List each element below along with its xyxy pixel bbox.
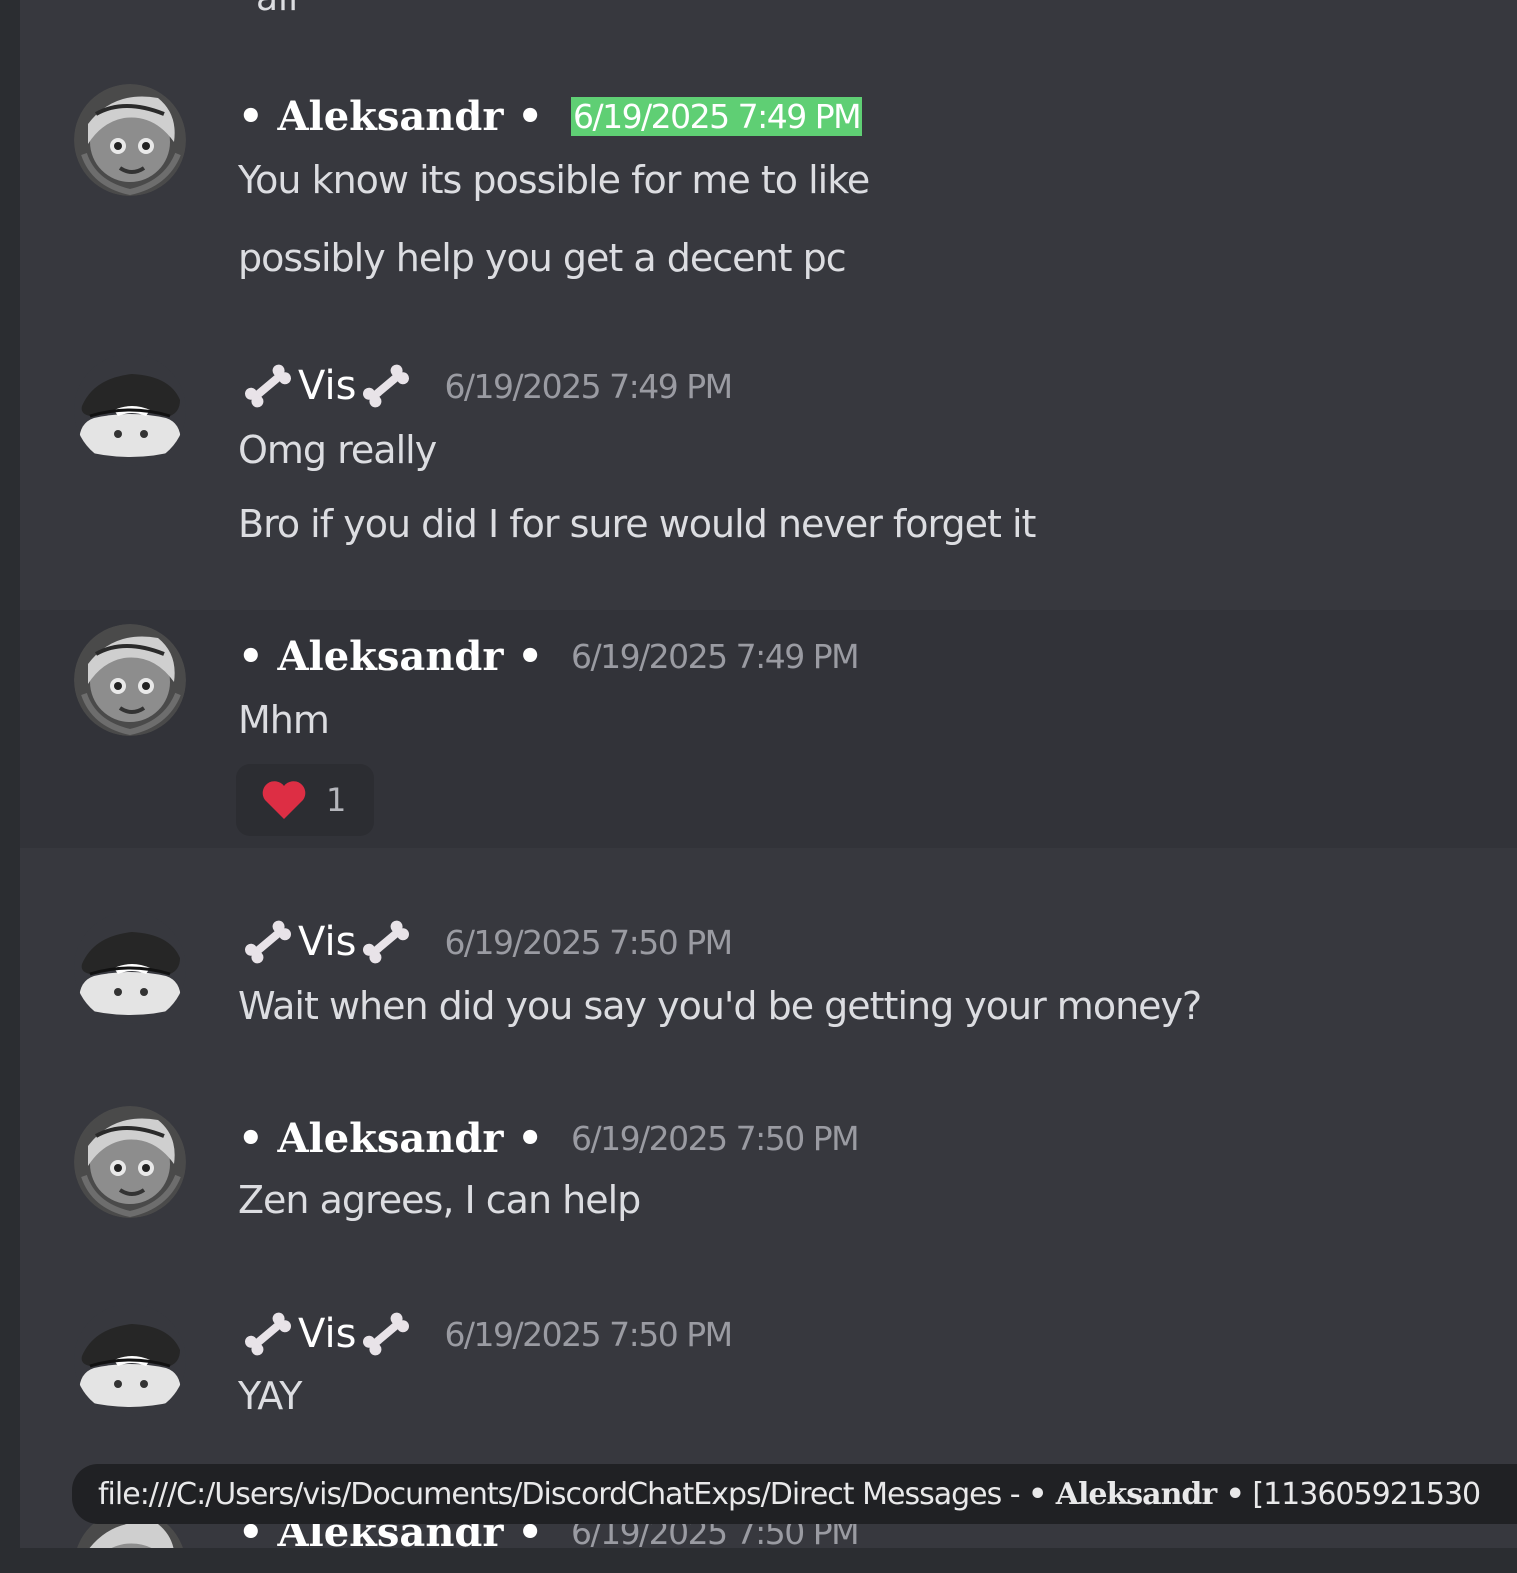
avatar-vis[interactable]	[74, 1304, 186, 1416]
bone-icon	[244, 1312, 292, 1356]
avatar-vis-image	[74, 912, 186, 1024]
avatar-vis-image	[74, 1304, 186, 1416]
message-group: • Aleksandr • 6/19/2025 7:49 PM You know…	[20, 60, 1517, 310]
avatar-aleksandr[interactable]	[74, 84, 186, 196]
timestamp: 6/19/2025 7:50 PM	[444, 1314, 733, 1354]
message-header: • Aleksandr • 6/19/2025 7:50 PM	[238, 1112, 860, 1164]
author-name[interactable]: • Aleksandr •	[238, 93, 543, 140]
timestamp: 6/19/2025 7:50 PM	[570, 1118, 860, 1158]
author-name[interactable]: • Aleksandr •	[238, 1115, 543, 1162]
message-group: Vis 6/19/2025 7:50 PM YAY	[20, 1290, 1517, 1450]
message-text: YAY	[238, 1374, 303, 1418]
avatar-vis-image	[74, 354, 186, 466]
timestamp: 6/19/2025 7:49 PM	[570, 636, 860, 676]
left-rail	[0, 0, 20, 1573]
message-header: Vis 6/19/2025 7:49 PM	[238, 360, 733, 412]
message-header: Vis 6/19/2025 7:50 PM	[238, 916, 733, 968]
author-name-text: Vis	[298, 1311, 357, 1357]
message-text: Wait when did you say you'd be getting y…	[238, 984, 1202, 1028]
partial-message-text: all	[256, 0, 298, 19]
timestamp: 6/19/2025 7:50 PM	[444, 922, 733, 962]
status-url-suffix: [113605921530	[1243, 1476, 1481, 1512]
avatar-aleksandr[interactable]	[74, 624, 186, 736]
status-url-prefix: file:///C:/Users/vis/Documents/DiscordCh…	[98, 1476, 1029, 1512]
avatar-aleksandr[interactable]	[74, 1106, 186, 1218]
timestamp: 6/19/2025 7:49 PM	[444, 366, 733, 406]
message-text: Omg really	[238, 428, 437, 472]
message-group: Vis 6/19/2025 7:50 PM Wait when did you …	[20, 898, 1517, 1058]
bone-icon	[244, 364, 292, 408]
message-header: • Aleksandr • 6/19/2025 7:49 PM	[238, 90, 863, 142]
bottom-edge	[0, 1548, 1517, 1573]
avatar-aleksandr-image	[74, 1106, 186, 1218]
timestamp: 6/19/2025 7:49 PM	[570, 96, 863, 136]
author-name[interactable]: Vis	[238, 1311, 416, 1357]
status-url-name: • Aleksandr •	[1028, 1476, 1245, 1512]
message-text: You know its possible for me to like	[238, 158, 870, 202]
reaction-count: 1	[326, 781, 347, 819]
status-url: file:///C:/Users/vis/Documents/DiscordCh…	[98, 1476, 1481, 1512]
bone-icon	[363, 920, 410, 964]
author-name[interactable]: Vis	[238, 363, 416, 409]
message-text: Zen agrees, I can help	[238, 1178, 641, 1222]
heart-icon	[262, 781, 306, 819]
message-group-hovered: • Aleksandr • 6/19/2025 7:49 PM Mhm 1	[20, 610, 1517, 848]
link-status-bar: file:///C:/Users/vis/Documents/DiscordCh…	[72, 1464, 1517, 1524]
author-name-text: Vis	[298, 919, 357, 965]
message-group: Vis 6/19/2025 7:49 PM Omg really Bro if …	[20, 340, 1517, 608]
reaction-button[interactable]: 1	[236, 764, 374, 836]
message-header: Vis 6/19/2025 7:50 PM	[238, 1308, 733, 1360]
bone-icon	[363, 1312, 410, 1356]
bone-icon	[363, 364, 410, 408]
author-name[interactable]: • Aleksandr •	[238, 633, 543, 680]
message-group: • Aleksandr • 6/19/2025 7:50 PM Zen agre…	[20, 1094, 1517, 1254]
author-name[interactable]: Vis	[238, 919, 416, 965]
message-header: • Aleksandr • 6/19/2025 7:49 PM	[238, 630, 860, 682]
message-text: possibly help you get a decent pc	[238, 236, 847, 280]
avatar-vis[interactable]	[74, 354, 186, 466]
avatar-aleksandr-image	[74, 624, 186, 736]
message-text: Bro if you did I for sure would never fo…	[238, 502, 1036, 546]
chat-log[interactable]: all • Aleksandr • 6/19/2025 7:49 PM You …	[20, 0, 1517, 1548]
message-text: Mhm	[238, 698, 330, 742]
bone-icon	[244, 920, 292, 964]
author-name-text: Vis	[298, 363, 357, 409]
avatar-vis[interactable]	[74, 912, 186, 1024]
avatar-aleksandr-image	[74, 84, 186, 196]
